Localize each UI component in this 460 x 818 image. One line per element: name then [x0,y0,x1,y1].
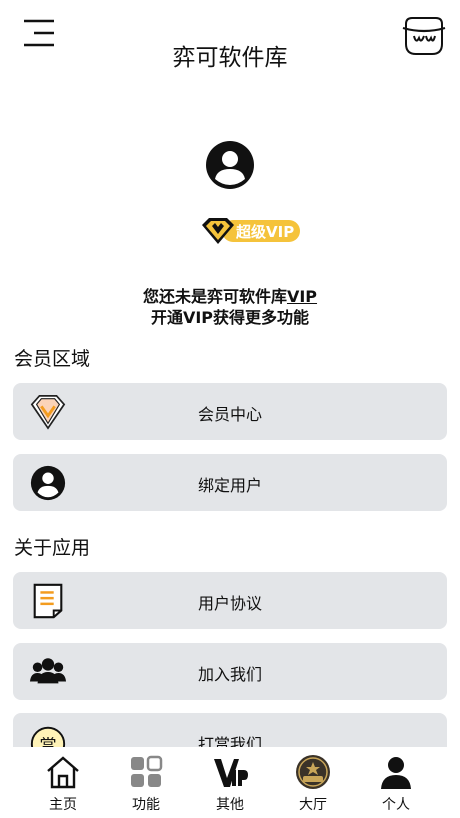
app-header: 弈可软件库 [0,0,460,90]
bind-user-label: 绑定用户 [197,476,262,495]
avatar[interactable] [205,140,255,190]
tab-home-label: 主页 [49,797,77,813]
vip-badge-label: 超级VIP [236,223,295,241]
user-agreement-button[interactable]: 用户协议 [13,572,447,629]
tab-profile-label: 个人 [382,797,410,813]
mascot-face-icon [402,17,446,55]
profile-content[interactable]: 超级VIP 您还未是弈可软件库VIP 开通VIP获得更多功能 会员区域 会员中心… [0,90,460,747]
tab-hall-label: 大厅 [299,797,327,813]
join-us-button[interactable]: 加入我们 [13,643,447,700]
tab-features-label: 功能 [132,797,160,813]
tab-hall[interactable]: 大厅 [278,754,348,816]
bottom-tab-bar: 主页 功能 其他 大厅 个人 [0,748,460,818]
vip-notice-line2: 开通VIP获得更多功能 [150,308,310,327]
vip-link[interactable]: VIP [287,287,317,306]
tab-features[interactable]: 功能 [111,754,181,816]
section-title-member: 会员区域 [14,348,91,370]
tab-other-label: 其他 [216,797,244,813]
bind-user-button[interactable]: 绑定用户 [13,454,447,511]
member-center-button[interactable]: 会员中心 [13,383,447,440]
vip-letter-icon [214,759,248,787]
grid-icon [131,755,163,787]
vip-notice-line1: 您还未是弈可软件库VIP [142,287,318,306]
section-title-about: 关于应用 [14,537,91,559]
home-icon [47,756,79,789]
reward-us-button[interactable]: 赏 打赏我们 [13,713,447,747]
tab-profile[interactable]: 个人 [361,754,431,816]
page-title: 弈可软件库 [172,45,288,71]
person-icon [381,757,411,789]
vip-medal-icon [296,755,330,789]
tab-other[interactable]: 其他 [195,754,265,816]
reward-us-label: 打赏我们 [197,735,262,747]
user-avatar-icon [206,141,254,189]
member-center-label: 会员中心 [197,405,262,424]
vip-notice: 您还未是弈可软件库VIP 开通VIP获得更多功能 [0,286,460,328]
user-agreement-label: 用户协议 [197,594,262,613]
mascot-button[interactable] [402,14,446,56]
tab-home[interactable]: 主页 [28,754,98,816]
join-us-label: 加入我们 [197,665,262,684]
